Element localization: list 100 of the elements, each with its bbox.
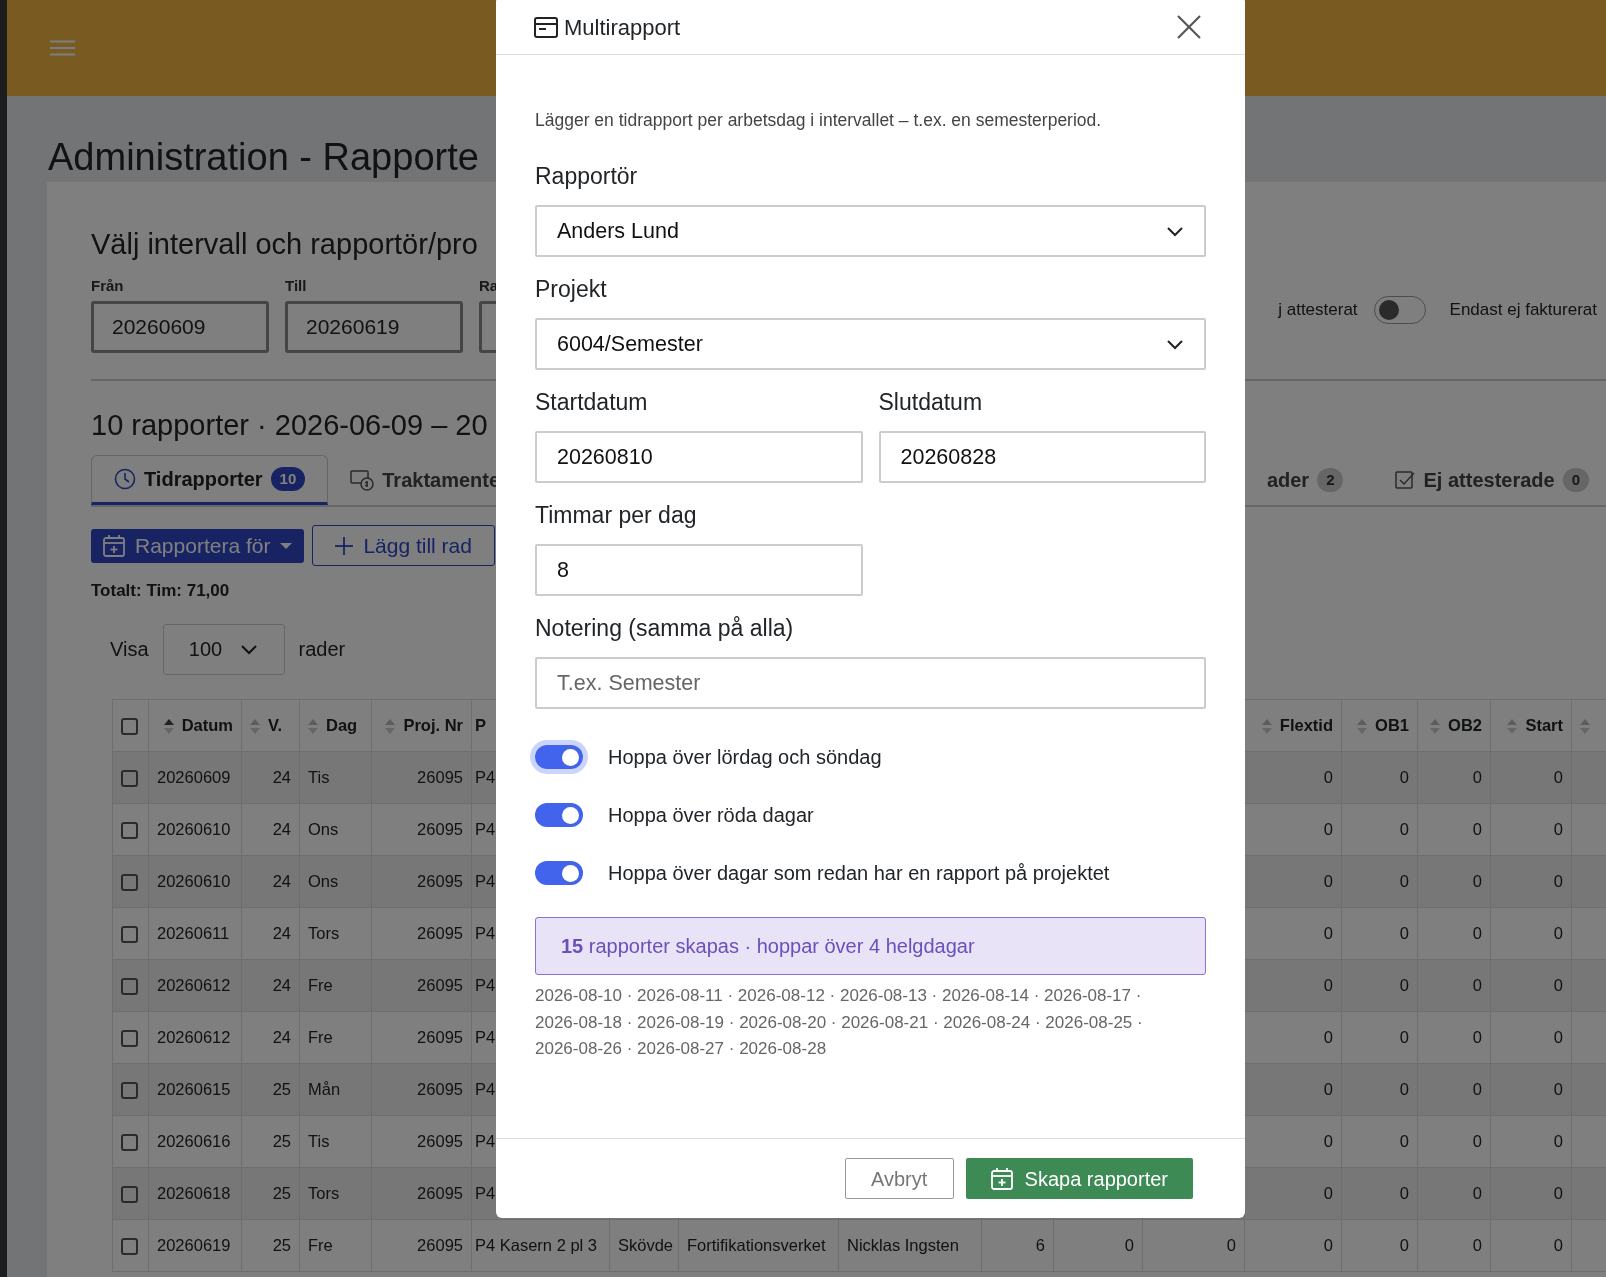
- table-cell: 0: [1399, 871, 1409, 890]
- checkbox[interactable]: [121, 1029, 138, 1047]
- date-field[interactable]: 20260609: [91, 301, 269, 353]
- table-cell: 0: [1323, 1131, 1333, 1150]
- date-list: 2026-08-10 · 2026-08-11 · 2026-08-12 · 2026-08-13 · 2026-08-14 · 2026-08-17 · 2026-08-18 · 2026-08-19 · 2026-08-20 · 2026-08-21 · 2026-08-24 · 2026-08-25 · 2026-08-26 · 2026-08-27 · 2026-08-28: [535, 983, 1175, 1063]
- table-cell: Skövde: [618, 1235, 674, 1254]
- filter-label: Endast ej fakturerat: [1449, 299, 1597, 322]
- checkbox[interactable]: [121, 1133, 138, 1151]
- table-cell: 0: [1472, 923, 1482, 942]
- checkbox[interactable]: [121, 1185, 138, 1203]
- table-cell: 0: [1553, 871, 1563, 890]
- table-cell: 6: [1035, 1235, 1045, 1254]
- table-cell: 0: [1323, 819, 1333, 838]
- checkbox[interactable]: [121, 769, 138, 787]
- toggle-switch[interactable]: [535, 803, 583, 828]
- table-cell: 26095: [417, 871, 463, 890]
- table-cell: 24: [272, 767, 291, 786]
- table-cell: Tis: [308, 767, 330, 786]
- modal-title: Multirapport: [564, 13, 681, 42]
- field-label: Startdatum: [535, 388, 649, 417]
- count-badge: 10: [270, 466, 306, 492]
- table-cell: 0: [1399, 1235, 1409, 1254]
- plus-icon: [335, 536, 354, 555]
- clock-icon: [114, 468, 136, 490]
- create-reports-button[interactable]: Skapa rapporter: [965, 1158, 1193, 1199]
- table-cell: 0: [1399, 1027, 1409, 1046]
- table-cell: 0: [1323, 1183, 1333, 1202]
- date-field[interactable]: 20260619: [285, 301, 463, 353]
- table-cell: 0: [1399, 975, 1409, 994]
- column-header[interactable]: P: [475, 715, 486, 734]
- report-summary: 10 rapporter · 2026-06-09 – 20: [91, 408, 489, 443]
- checkbox[interactable]: [121, 873, 138, 891]
- checkbox[interactable]: [121, 717, 138, 735]
- field-label: Projekt: [535, 275, 608, 304]
- table-cell: P4: [475, 923, 496, 942]
- calendar-plus-icon: [103, 534, 125, 557]
- column-header[interactable]: OB2: [1448, 715, 1482, 734]
- table-cell: 26095: [417, 923, 463, 942]
- table-cell: P4 Kasern 2 pl 3: [475, 1235, 597, 1254]
- table-cell: 0: [1323, 1235, 1333, 1254]
- report-for-button[interactable]: Rapportera för: [91, 528, 305, 563]
- table-cell: 0: [1399, 923, 1409, 942]
- table-cell: Tis: [308, 1131, 330, 1150]
- select-field[interactable]: 6004/Semester: [535, 318, 1206, 371]
- count-badge: 2: [1317, 467, 1344, 493]
- table-cell: 0: [1553, 1027, 1563, 1046]
- table-cell: 20260610: [157, 819, 231, 838]
- page-size-select[interactable]: 100: [162, 623, 285, 675]
- table-cell: P4: [475, 871, 496, 890]
- checkbox[interactable]: [121, 1237, 138, 1255]
- checkbox-icon: [1395, 470, 1416, 490]
- column-header[interactable]: OB1: [1375, 715, 1409, 734]
- tab[interactable]: Tidrapporter 10: [91, 455, 329, 505]
- table-cell: 0: [1323, 975, 1333, 994]
- field-label: Från: [91, 277, 124, 295]
- column-header[interactable]: Dag: [326, 715, 358, 734]
- table-cell: 20260618: [157, 1183, 231, 1202]
- calendar-icon: [534, 16, 558, 38]
- table-cell: 0: [1472, 1079, 1482, 1098]
- table-cell: P4: [475, 1027, 496, 1046]
- table-cell: P4: [475, 819, 496, 838]
- table-cell: 0: [1472, 819, 1482, 838]
- table-cell: 24: [272, 1027, 291, 1046]
- tab[interactable]: Traktamente: [328, 455, 523, 505]
- hours-field[interactable]: 8: [535, 544, 863, 597]
- table-cell: Tors: [308, 1183, 340, 1202]
- toggle-switch[interactable]: [535, 745, 583, 770]
- rows-label: rader: [298, 637, 346, 662]
- filter-label: j attesterat: [1278, 299, 1358, 322]
- checkbox[interactable]: [121, 1081, 138, 1099]
- column-header[interactable]: V.: [268, 715, 283, 734]
- table-cell: 24: [272, 819, 291, 838]
- checkbox[interactable]: [121, 925, 138, 943]
- table-cell: 0: [1553, 1235, 1563, 1254]
- table-cell: 20260610: [157, 871, 231, 890]
- checkbox[interactable]: [121, 977, 138, 995]
- date-field[interactable]: 20260810: [535, 431, 863, 484]
- table-cell: Ons: [308, 819, 339, 838]
- cancel-button[interactable]: Avbryt: [844, 1158, 954, 1199]
- table-cell: 0: [1323, 1027, 1333, 1046]
- table-cell: Mån: [308, 1079, 341, 1098]
- count-badge: 0: [1562, 467, 1589, 493]
- toggle-switch[interactable]: [535, 861, 583, 886]
- table-cell: 26095: [417, 819, 463, 838]
- date-field[interactable]: 20260828: [878, 431, 1206, 484]
- show-label: Visa: [110, 637, 149, 662]
- tab[interactable]: Ej attesterade 0: [1373, 455, 1606, 505]
- select-field[interactable]: Anders Lund: [535, 205, 1206, 258]
- column-header[interactable]: Start: [1525, 715, 1563, 734]
- note-field[interactable]: T.ex. Semester: [535, 657, 1206, 710]
- table-cell: 0: [1553, 767, 1563, 786]
- add-row-button[interactable]: Lägg till rad: [312, 525, 495, 566]
- table-cell: 25: [272, 1131, 291, 1150]
- table-cell: Tors: [308, 923, 340, 942]
- chevron-down-icon: [1166, 338, 1184, 350]
- table-cell: 0: [1323, 767, 1333, 786]
- table-cell: 26095: [417, 1183, 463, 1202]
- checkbox[interactable]: [121, 821, 138, 839]
- table-cell: Fre: [308, 1235, 333, 1254]
- table-cell: 0: [1124, 1235, 1134, 1254]
